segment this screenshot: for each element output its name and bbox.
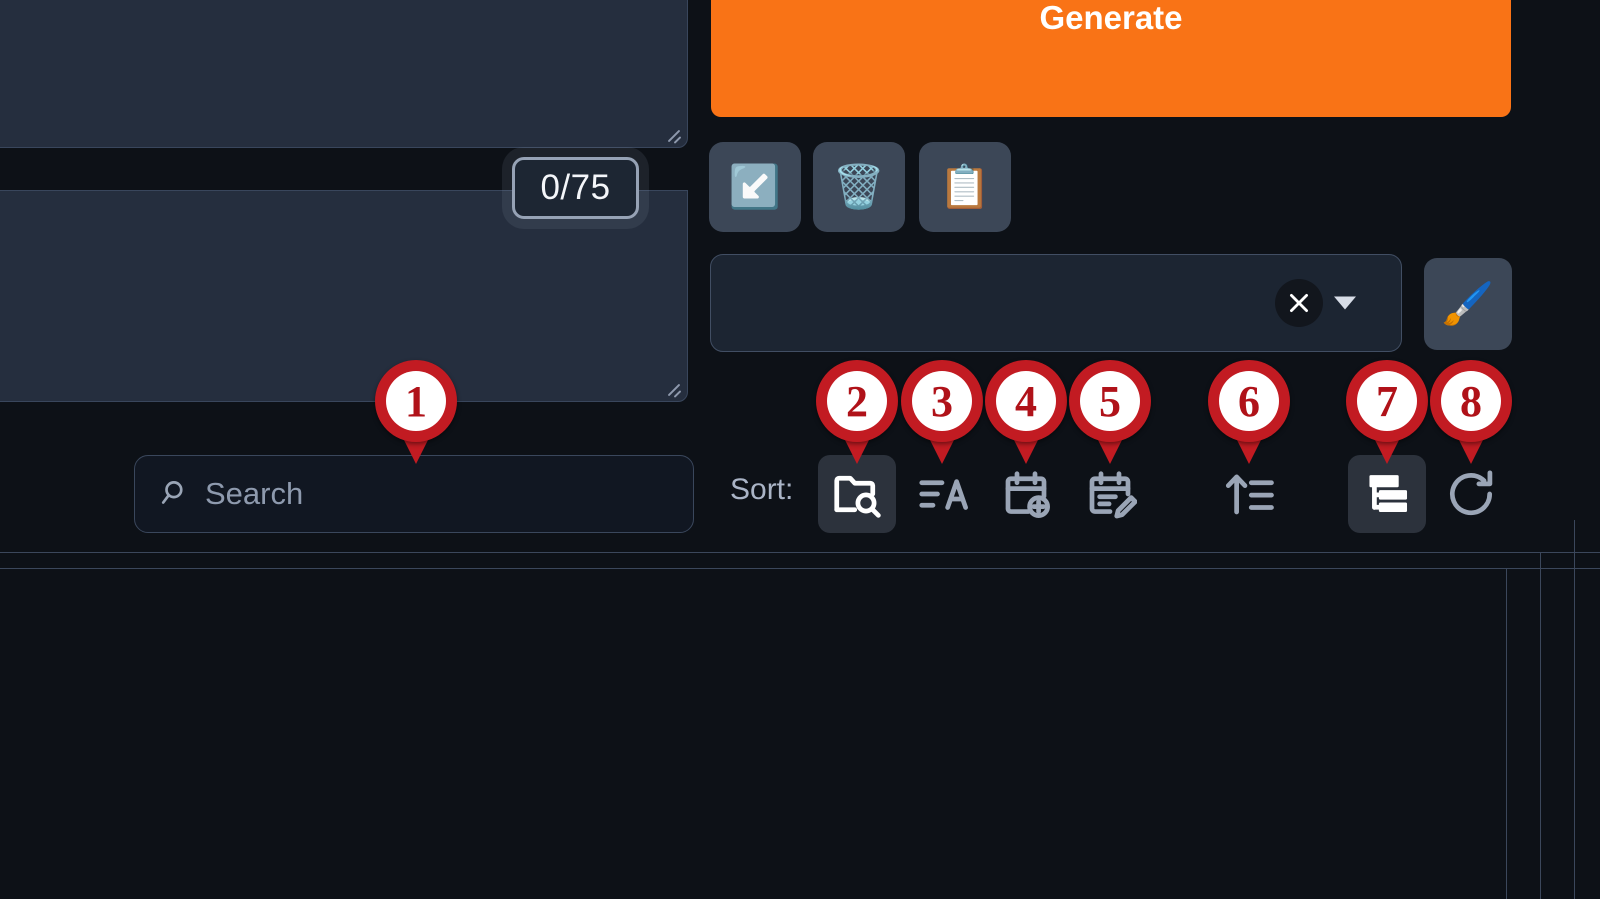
results-list-top-border [0, 568, 1600, 569]
marker-pin-7: 7 [1346, 360, 1428, 468]
pin-body [985, 360, 1067, 442]
chevron-down-icon[interactable] [1334, 296, 1356, 310]
generate-button[interactable]: Generate [711, 0, 1511, 117]
style-combobox[interactable] [710, 254, 1402, 352]
pin-body [901, 360, 983, 442]
refresh-button[interactable] [1432, 455, 1510, 533]
pin-body [1069, 360, 1151, 442]
arrow-up-lines-icon [1225, 474, 1274, 515]
calendar-plus-icon [1005, 471, 1050, 518]
wastebasket-icon-button[interactable]: 🗑️ [813, 142, 905, 232]
arrow-down-left-icon-button[interactable]: ↙️ [709, 142, 801, 232]
close-icon[interactable] [1275, 279, 1323, 327]
marker-pin-8: 8 [1430, 360, 1512, 468]
tree-view-icon [1369, 475, 1408, 512]
search-icon [161, 481, 183, 504]
pin-number: 6 [1219, 371, 1279, 431]
pin-number: 4 [996, 371, 1056, 431]
pin-number: 7 [1357, 371, 1417, 431]
results-outer-right-border [1574, 520, 1575, 899]
clipboard-icon-button[interactable]: 📋 [919, 142, 1011, 232]
pin-number: 5 [1080, 371, 1140, 431]
prompt-textarea-secondary[interactable] [0, 190, 688, 402]
pin-body [1208, 360, 1290, 442]
search-field[interactable] [134, 455, 694, 533]
sort-alpha-icon [919, 479, 968, 510]
pin-body [816, 360, 898, 442]
results-panel-right-border [1540, 552, 1541, 899]
character-counter: 0/75 [512, 157, 639, 219]
results-list-right-border [1506, 568, 1507, 899]
folder-search-icon [834, 475, 881, 518]
marker-pin-5: 5 [1069, 360, 1151, 468]
sort-label: Sort: [730, 473, 794, 506]
marker-pin-2: 2 [816, 360, 898, 468]
sort-by-date-created-button[interactable] [987, 455, 1065, 533]
sort-by-folder-button[interactable] [818, 455, 896, 533]
refresh-icon [1450, 470, 1493, 516]
pin-number: 2 [827, 371, 887, 431]
sort-direction-button[interactable] [1210, 455, 1288, 533]
app-root: 0/75 Generate ↙️ 🗑️ 📋 🖌️ Sort: [0, 0, 1600, 899]
marker-pin-6: 6 [1208, 360, 1290, 468]
pin-body [1346, 360, 1428, 442]
results-panel-top-border [0, 552, 1600, 553]
prompt-textarea-primary[interactable] [0, 0, 688, 148]
resize-grip[interactable] [663, 124, 683, 144]
pin-body [1430, 360, 1512, 442]
pin-number: 8 [1441, 371, 1501, 431]
calendar-edit-icon [1089, 471, 1137, 519]
marker-pin-4: 4 [985, 360, 1067, 468]
paintbrush-icon-button[interactable]: 🖌️ [1424, 258, 1512, 350]
sort-alphabetical-button[interactable] [903, 455, 981, 533]
pin-number: 3 [912, 371, 972, 431]
marker-pin-3: 3 [901, 360, 983, 468]
resize-grip[interactable] [663, 378, 683, 398]
sort-by-date-modified-button[interactable] [1071, 455, 1149, 533]
view-tree-button[interactable] [1348, 455, 1426, 533]
search-input[interactable] [205, 476, 693, 512]
